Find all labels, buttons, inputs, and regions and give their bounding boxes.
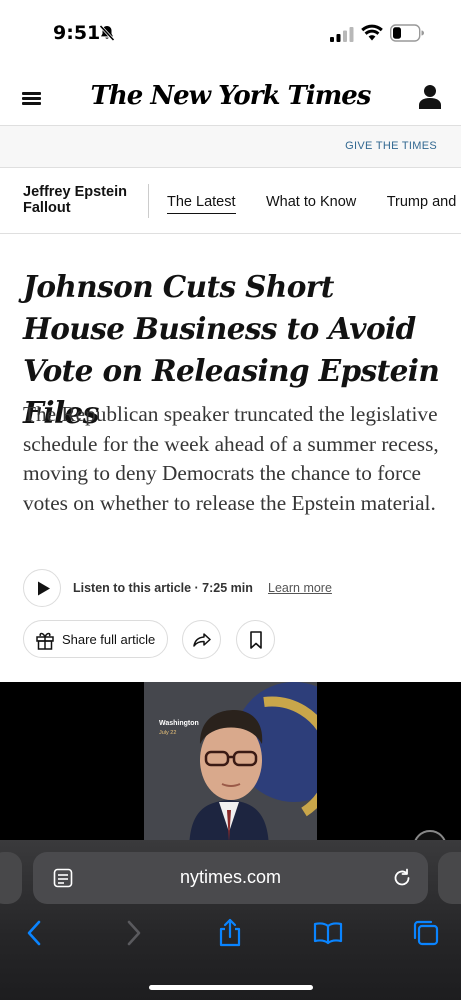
learn-more-link[interactable]: Learn more bbox=[268, 581, 332, 595]
media-date: July 22 bbox=[159, 730, 177, 736]
photo-illustration bbox=[144, 682, 317, 852]
reload-icon[interactable] bbox=[391, 867, 413, 889]
tab-trump-and[interactable]: Trump and E bbox=[387, 194, 461, 213]
share-full-article-button[interactable]: Share full article bbox=[23, 620, 168, 658]
listen-label: Listen to this article · 7:25 min bbox=[73, 581, 253, 595]
story-nav: Jeffrey Epstein Fallout The Latest What … bbox=[0, 168, 461, 234]
play-icon bbox=[38, 581, 50, 596]
media-location: Washington bbox=[159, 720, 199, 727]
tabs-icon[interactable] bbox=[411, 918, 441, 948]
divider bbox=[148, 184, 149, 218]
safari-toolbar: nytimes.com bbox=[0, 840, 461, 1000]
promo-bar: GIVE THE TIMES bbox=[0, 126, 461, 168]
status-bar: 9:51 bbox=[0, 0, 461, 68]
bell-slash-icon bbox=[99, 24, 115, 42]
share-icon[interactable] bbox=[215, 918, 245, 948]
status-time: 9:51 bbox=[53, 22, 101, 44]
save-article-button[interactable] bbox=[236, 620, 275, 659]
next-tab-preview[interactable] bbox=[438, 852, 461, 904]
lead-photo: Washington July 22 bbox=[144, 682, 317, 852]
share-arrow-icon bbox=[193, 633, 211, 647]
cellular-signal-icon bbox=[330, 27, 354, 42]
home-indicator bbox=[149, 985, 313, 990]
give-the-times-link[interactable]: GIVE THE TIMES bbox=[345, 140, 437, 152]
url-text: nytimes.com bbox=[179, 867, 282, 887]
tab-what-to-know[interactable]: What to Know bbox=[266, 194, 356, 213]
gift-icon bbox=[36, 632, 54, 650]
bookmark-icon bbox=[250, 631, 262, 649]
story-nav-title[interactable]: Jeffrey Epstein Fallout bbox=[23, 184, 143, 216]
story-nav-tabs: The Latest What to Know Trump and E bbox=[167, 193, 461, 214]
bookmarks-icon[interactable] bbox=[313, 918, 343, 948]
play-audio-button[interactable] bbox=[23, 569, 61, 607]
address-bar[interactable]: nytimes.com bbox=[33, 852, 428, 904]
share-full-article-label: Share full article bbox=[62, 632, 156, 647]
article-video[interactable]: Washington July 22 bbox=[0, 682, 461, 852]
wifi-icon bbox=[361, 24, 383, 41]
previous-tab-preview[interactable] bbox=[0, 852, 22, 904]
masthead: The New York Times bbox=[0, 68, 461, 126]
back-icon[interactable] bbox=[20, 918, 50, 948]
share-button[interactable] bbox=[182, 620, 221, 659]
account-icon[interactable] bbox=[418, 84, 442, 110]
article-summary: The Republican speaker truncated the leg… bbox=[23, 402, 439, 515]
nyt-logo[interactable]: The New York Times bbox=[0, 81, 461, 111]
battery-icon bbox=[390, 24, 424, 42]
forward-icon[interactable] bbox=[118, 918, 148, 948]
tab-the-latest[interactable]: The Latest bbox=[167, 194, 236, 214]
